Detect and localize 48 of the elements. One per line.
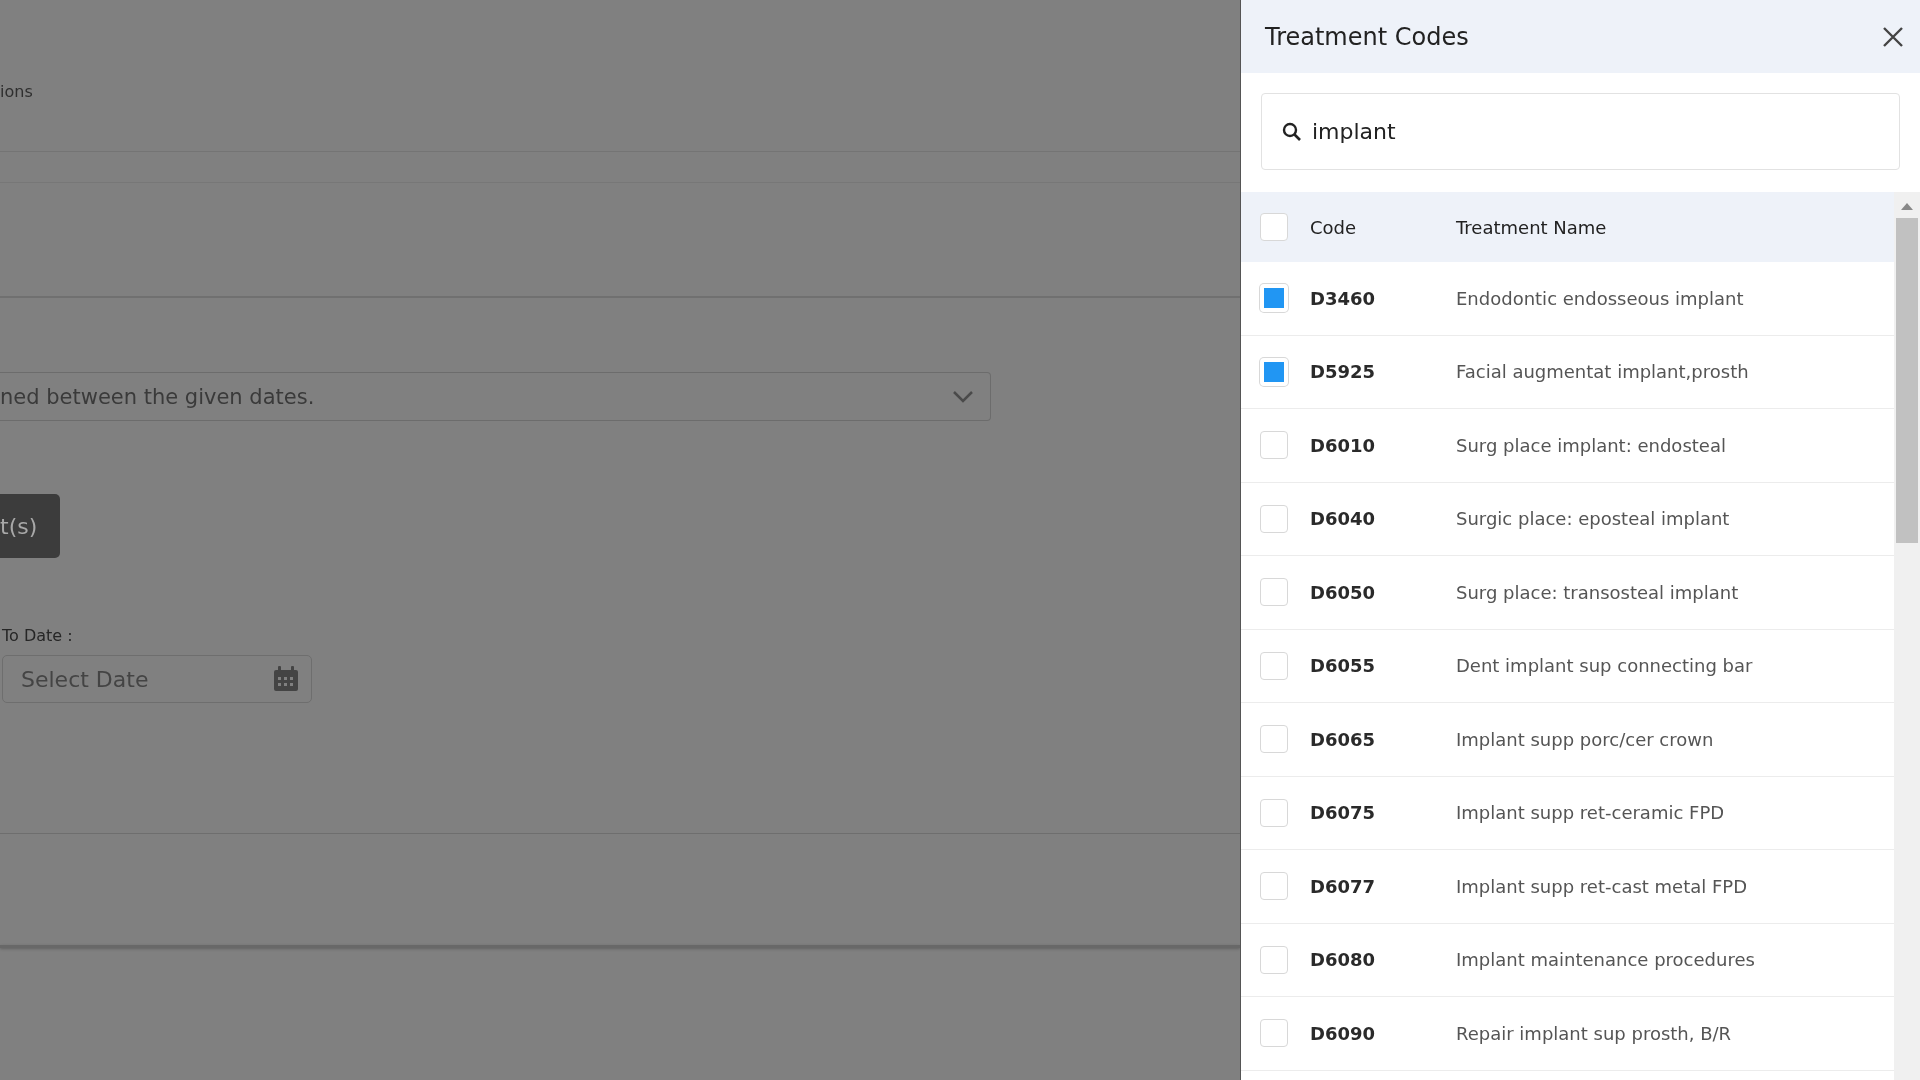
row-checkbox[interactable] [1260, 872, 1288, 901]
row-checkbox[interactable] [1260, 725, 1288, 754]
code-cell: D6090 [1310, 1022, 1376, 1044]
treatment-name-cell: Implant supp ret-cast metal FPD [1456, 875, 1748, 897]
close-icon[interactable] [1882, 25, 1904, 48]
row-checkbox[interactable] [1260, 798, 1288, 827]
treatment-name-cell: Implant supp porc/cer crown [1456, 728, 1714, 750]
treatment-name-cell: Endodontic endosseous implant [1456, 287, 1744, 309]
code-cell: D6080 [1310, 949, 1376, 971]
treatment-name-cell: Implant maintenance procedures [1456, 949, 1755, 971]
row-checkbox[interactable] [1260, 578, 1288, 607]
code-cell: D5925 [1310, 361, 1376, 383]
search-icon [1282, 121, 1302, 142]
column-header: Treatment Name [1456, 216, 1607, 238]
panel-title: Treatment Codes [1265, 22, 1469, 51]
chevron-down-icon [952, 389, 974, 404]
code-cell: D6055 [1310, 655, 1376, 677]
report-dropdown[interactable]: ned between the given dates. [0, 372, 991, 421]
section-label: ions [0, 82, 33, 101]
scrollbar[interactable] [1894, 192, 1920, 1080]
code-cell: D6040 [1310, 508, 1376, 530]
search-field[interactable]: implant [1261, 93, 1900, 170]
select-all-checkbox[interactable] [1260, 213, 1288, 241]
code-cell: D6075 [1310, 802, 1376, 824]
action-button[interactable]: t(s) [0, 494, 60, 558]
treatment-name-cell: Implant supp ret-ceramic FPD [1456, 802, 1725, 824]
code-cell: D6077 [1310, 875, 1376, 897]
treatment-name-cell: Surg place: transosteal implant [1456, 581, 1739, 603]
treatment-name-cell: Repair implant sup prosth, B/R [1456, 1022, 1732, 1044]
treatment-name-cell: Facial augmentat implant,prosth [1456, 361, 1749, 383]
treatment-name-cell: Surg place implant: endosteal [1456, 434, 1726, 456]
code-cell: D3460 [1310, 287, 1376, 309]
treatment-name-cell: Surgic place: eposteal implant [1456, 508, 1730, 530]
code-cell: D6065 [1310, 728, 1376, 750]
scroll-up-icon[interactable] [1901, 202, 1913, 210]
column-header: Code [1310, 216, 1357, 238]
row-checkbox[interactable] [1260, 945, 1288, 974]
row-checkbox[interactable] [1260, 504, 1288, 533]
row-checkbox[interactable] [1260, 431, 1288, 460]
treatment-name-cell: Dent implant sup connecting bar [1456, 655, 1753, 677]
row-checkbox[interactable] [1260, 651, 1288, 680]
date-field[interactable]: Select Date [2, 655, 312, 703]
calendar-icon [273, 666, 299, 692]
to-date-label: To Date : [2, 626, 73, 645]
row-checkbox[interactable] [1260, 1019, 1288, 1048]
scrollbar-thumb[interactable] [1896, 218, 1918, 543]
code-cell: D6050 [1310, 581, 1376, 603]
code-cell: D6010 [1310, 434, 1376, 456]
